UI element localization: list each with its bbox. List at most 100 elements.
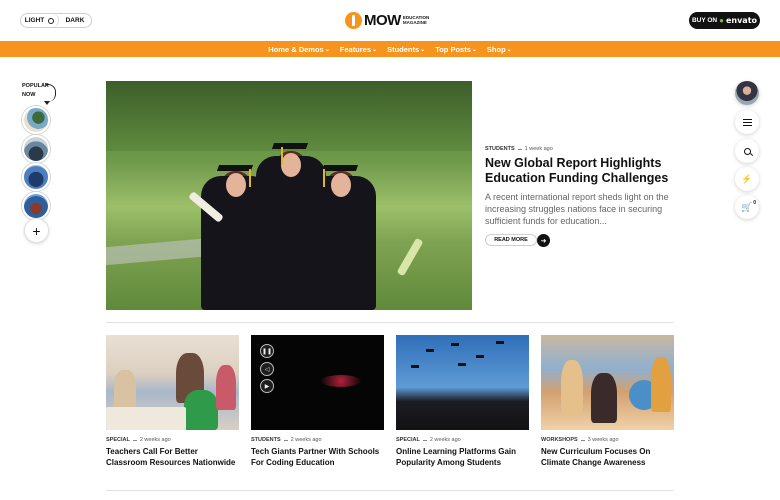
logo-text: MOW xyxy=(364,11,401,29)
buy-on-envato-button[interactable]: BUY ON ● envato xyxy=(689,12,760,29)
logo-mark-icon xyxy=(345,11,362,29)
flying-cap xyxy=(458,363,466,366)
video-glow xyxy=(321,375,361,387)
nav-label: Students xyxy=(387,44,420,54)
article-title[interactable]: Online Learning Platforms Gain Popularit… xyxy=(396,447,529,468)
meta-separator xyxy=(132,439,137,441)
popular-now-label: POPULAR NOW xyxy=(22,82,49,100)
article-date: 2 weeks ago xyxy=(290,437,322,443)
nav-item-students[interactable]: Students ⌄ xyxy=(387,45,425,54)
user-avatar[interactable] xyxy=(735,81,759,105)
article-card-image[interactable] xyxy=(541,335,674,430)
trending-button[interactable]: ⚡ xyxy=(735,167,759,191)
article-card-image[interactable] xyxy=(396,335,529,430)
meta-separator xyxy=(283,439,288,441)
nav-label: Shop xyxy=(486,44,506,54)
youtube-icon[interactable]: ▶ xyxy=(260,379,274,393)
article-card-meta: WORKSHOPS 3 weeks ago xyxy=(541,437,674,443)
cart-icon: 🛒 xyxy=(741,201,753,212)
article-title[interactable]: New Curriculum Focuses On Climate Change… xyxy=(541,447,674,468)
sun-icon xyxy=(48,17,55,24)
article-category[interactable]: SPECIAL xyxy=(396,437,420,443)
nav-item-top-posts[interactable]: Top Posts ⌄ xyxy=(435,45,477,54)
classroom-desk xyxy=(106,407,186,430)
search-icon xyxy=(743,147,751,155)
graduation-cap xyxy=(321,165,359,171)
flying-cap xyxy=(426,349,434,352)
chevron-down-icon: ⌄ xyxy=(324,46,330,53)
nav-label: Top Posts xyxy=(435,44,471,54)
envato-leaf-icon: ● xyxy=(719,16,724,25)
article-card[interactable]: SPECIAL 2 weeks ago Online Learning Plat… xyxy=(396,335,529,468)
arrow-right-icon[interactable]: ➜ xyxy=(537,234,550,247)
cart-button[interactable]: 🛒 0 xyxy=(735,195,759,219)
graduate-face xyxy=(281,153,301,177)
hero-meta: STUDENTS 1 week ago xyxy=(485,146,553,152)
article-category[interactable]: SPECIAL xyxy=(106,437,130,443)
cap-tassel xyxy=(249,169,251,187)
article-category[interactable]: STUDENTS xyxy=(251,437,281,443)
flying-cap xyxy=(496,341,504,344)
theme-light-label: LIGHT xyxy=(24,17,45,24)
article-card-image[interactable] xyxy=(106,335,239,430)
theme-dark-option[interactable]: DARK xyxy=(59,17,91,24)
article-date: 2 weeks ago xyxy=(429,437,461,443)
graduate-face xyxy=(226,173,246,197)
theme-dark-label: DARK xyxy=(65,17,85,24)
nav-label: Features xyxy=(339,44,372,54)
popular-story-thumb[interactable] xyxy=(22,106,50,134)
hero-category[interactable]: STUDENTS xyxy=(485,146,515,152)
bolt-icon: ⚡ xyxy=(741,173,753,184)
flying-cap xyxy=(476,355,484,358)
hero-image[interactable] xyxy=(106,81,472,310)
graduate-face xyxy=(331,173,351,197)
article-card[interactable]: ❚❚ ◁ ▶ STUDENTS 2 weeks ago Tech Giants … xyxy=(251,335,384,468)
volume-icon[interactable]: ◁ xyxy=(260,362,274,376)
logo-subtitle-line2: MAGAZINE xyxy=(402,20,427,25)
article-card-meta: STUDENTS 2 weeks ago xyxy=(251,437,384,443)
nav-item-features[interactable]: Features ⌄ xyxy=(340,45,377,54)
hero-title[interactable]: New Global Report Highlights Education F… xyxy=(485,156,675,185)
article-card[interactable]: SPECIAL 2 weeks ago Teachers Call For Be… xyxy=(106,335,239,468)
envato-brand: envato xyxy=(725,16,758,25)
theme-toggle[interactable]: LIGHT DARK xyxy=(20,13,92,28)
classroom-child xyxy=(651,357,671,412)
theme-light-option[interactable]: LIGHT xyxy=(21,14,59,27)
popular-story-thumb[interactable] xyxy=(22,192,50,220)
classroom-child xyxy=(216,365,236,410)
meta-separator xyxy=(422,439,427,441)
article-category[interactable]: WORKSHOPS xyxy=(541,437,578,443)
classroom-child xyxy=(591,373,617,423)
section-divider xyxy=(106,322,674,323)
menu-button[interactable] xyxy=(735,110,759,134)
section-divider xyxy=(106,490,674,491)
article-card-video[interactable]: ❚❚ ◁ ▶ xyxy=(251,335,384,430)
flying-cap xyxy=(451,343,459,346)
plus-icon[interactable]: + xyxy=(24,218,49,243)
article-card[interactable]: WORKSHOPS 3 weeks ago New Curriculum Foc… xyxy=(541,335,674,468)
site-header: LIGHT DARK MOW EDUCATION MAGAZINE BUY ON… xyxy=(0,0,780,41)
chevron-down-icon: ⌄ xyxy=(506,46,512,53)
site-logo[interactable]: MOW EDUCATION MAGAZINE xyxy=(345,11,429,29)
main-nav: Home & Demos ⌄ Features ⌄ Students ⌄ Top Po… xyxy=(0,41,780,57)
article-card-meta: SPECIAL 2 weeks ago xyxy=(106,437,239,443)
menu-icon xyxy=(742,118,752,126)
popular-story-thumb[interactable] xyxy=(22,163,50,191)
meta-separator xyxy=(580,439,585,441)
pause-icon[interactable]: ❚❚ xyxy=(260,344,274,358)
chevron-down-icon: ⌄ xyxy=(372,46,378,53)
popular-story-thumb[interactable] xyxy=(22,135,50,163)
popular-label-line2: NOW xyxy=(22,92,36,98)
cap-tassel xyxy=(323,169,325,187)
article-title[interactable]: Tech Giants Partner With Schools For Cod… xyxy=(251,447,384,468)
search-button[interactable] xyxy=(735,139,759,163)
nav-item-shop[interactable]: Shop ⌄ xyxy=(487,45,512,54)
read-more-button[interactable]: READ MORE xyxy=(485,234,537,246)
article-title[interactable]: Teachers Call For Better Classroom Resou… xyxy=(106,447,239,468)
diploma-scroll xyxy=(396,237,424,277)
article-date: 3 weeks ago xyxy=(587,437,619,443)
article-date: 2 weeks ago xyxy=(139,437,171,443)
hero-excerpt: A recent international report sheds ligh… xyxy=(485,192,669,226)
graduation-cap xyxy=(271,143,309,149)
nav-item-home-demos[interactable]: Home & Demos ⌄ xyxy=(268,45,329,54)
